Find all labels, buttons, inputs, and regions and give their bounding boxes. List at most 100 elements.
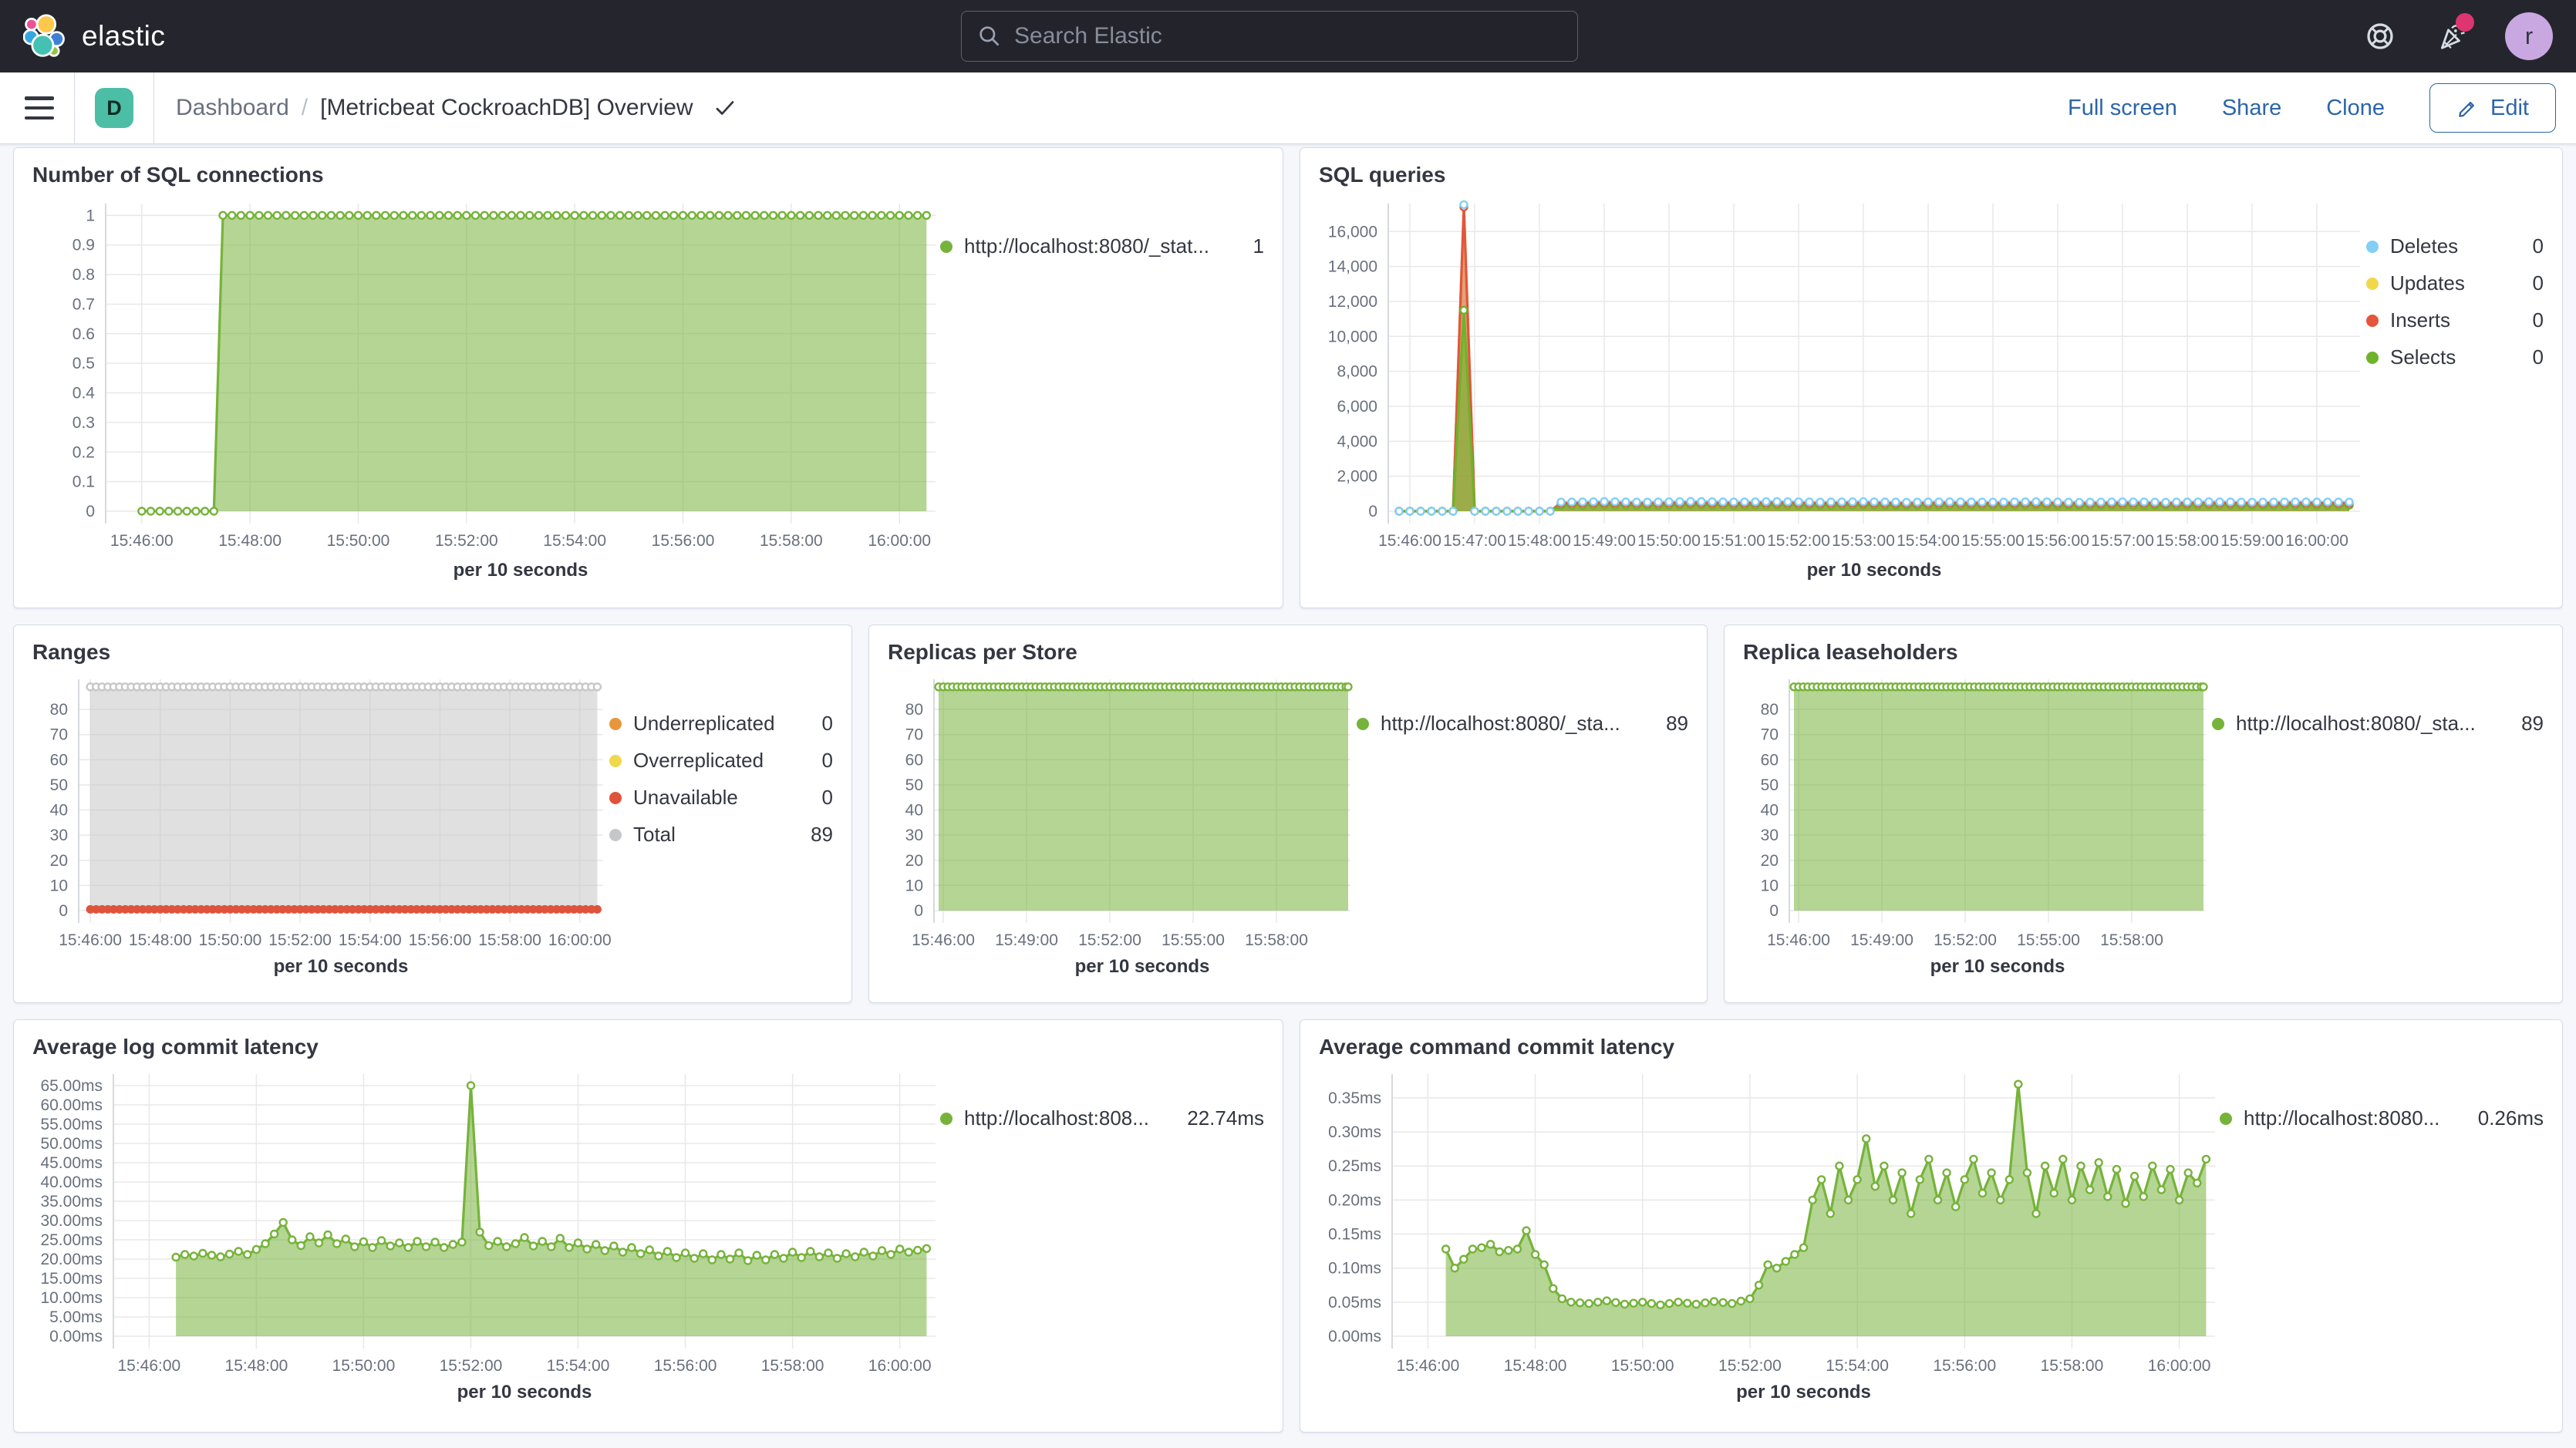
legend-item[interactable]: Updates 0 [2366,271,2544,295]
svg-text:15:53:00: 15:53:00 [1832,532,1895,550]
svg-text:15:52:00: 15:52:00 [440,1357,503,1375]
svg-text:15:49:00: 15:49:00 [1850,931,1913,949]
sql-connections-chart[interactable]: 10.90.80.70.60.50.40.30.20.1015:46:0015:… [32,193,940,582]
svg-text:50: 50 [1761,776,1779,794]
legend-item[interactable]: Inserts 0 [2366,308,2544,332]
legend-item[interactable]: http://localhost:8080... 0.26ms [2220,1106,2544,1130]
svg-text:16:00:00: 16:00:00 [2148,1357,2211,1375]
legend-series-dot [609,792,622,804]
legend-item[interactable]: Total 89 [609,823,833,847]
ranges-chart[interactable]: 8070605040302010015:46:0015:48:0015:50:0… [32,670,609,978]
svg-text:20: 20 [50,852,68,870]
chart-legend: http://localhost:8080... 0.26ms [2220,1065,2544,1404]
log-commit-latency-chart[interactable]: 65.00ms60.00ms55.00ms50.00ms45.00ms40.00… [32,1065,940,1404]
legend-item[interactable]: http://localhost:8080/_sta... 89 [1357,712,1688,736]
svg-text:50: 50 [50,776,68,794]
svg-text:0.05ms: 0.05ms [1328,1294,1381,1312]
svg-text:15:55:00: 15:55:00 [1961,532,2025,550]
svg-text:40: 40 [50,802,68,820]
legend-item[interactable]: Deletes 0 [2366,234,2544,258]
panel-replica-leaseholders: Replica leaseholders 8070605040302010015… [1724,625,2563,1003]
legend-series-value: 1 [1253,234,1264,258]
svg-text:per 10 seconds: per 10 seconds [457,1382,592,1403]
svg-text:15:58:00: 15:58:00 [2156,532,2219,550]
svg-text:16:00:00: 16:00:00 [868,1357,932,1375]
svg-text:50: 50 [905,776,923,794]
svg-text:30: 30 [50,827,68,844]
svg-text:per 10 seconds: per 10 seconds [453,560,588,581]
breadcrumb: Dashboard / [Metricbeat CockroachDB] Ove… [176,95,737,121]
legend-series-label: http://localhost:808... [964,1106,1149,1130]
svg-text:15:58:00: 15:58:00 [761,1357,824,1375]
legend-series-value: 0 [2533,234,2544,258]
panel-sql-connections: Number of SQL connections 10.90.80.70.60… [13,147,1283,608]
svg-text:20: 20 [1761,852,1779,870]
svg-text:0: 0 [86,503,95,520]
user-avatar[interactable]: r [2505,12,2553,60]
legend-item[interactable]: Overreplicated 0 [609,749,833,773]
dashboard-listing-button[interactable] [713,96,737,120]
svg-text:0: 0 [59,902,68,920]
svg-text:15:56:00: 15:56:00 [409,931,472,949]
svg-text:0.10ms: 0.10ms [1328,1260,1381,1278]
breadcrumb-dashboard-link[interactable]: Dashboard [176,95,289,121]
panel-sql-queries: SQL queries 16,00014,00012,00010,0008,00… [1300,147,2563,608]
svg-text:15:54:00: 15:54:00 [547,1357,610,1375]
legend-item[interactable]: http://localhost:808... 22.74ms [940,1106,1264,1130]
clone-button[interactable]: Clone [2326,96,2385,121]
menu-button[interactable] [25,96,54,120]
svg-text:15:57:00: 15:57:00 [2091,532,2154,550]
svg-text:16:00:00: 16:00:00 [548,931,612,949]
chart-legend: http://localhost:8080/_sta... 89 [1357,670,1688,978]
svg-text:15:46:00: 15:46:00 [1397,1357,1460,1375]
space-switcher[interactable]: D [95,88,133,128]
svg-text:0.9: 0.9 [72,237,95,254]
replica-leaseholders-chart[interactable]: 8070605040302010015:46:0015:49:0015:52:0… [1743,670,2212,978]
svg-text:15:46:00: 15:46:00 [1767,931,1830,949]
help-button[interactable] [2363,19,2397,53]
legend-series-dot [940,241,953,253]
legend-item[interactable]: http://localhost:8080/_stat... 1 [940,234,1264,258]
sql-queries-chart[interactable]: 16,00014,00012,00010,0008,0006,0004,0002… [1319,193,2366,582]
legend-item[interactable]: Underreplicated 0 [609,712,833,736]
panel-replicas-per-store: Replicas per Store 8070605040302010015:4… [868,625,1708,1003]
svg-text:80: 80 [50,701,68,719]
legend-series-value: 22.74ms [1187,1106,1264,1130]
full-screen-button[interactable]: Full screen [2068,96,2177,121]
svg-text:15:58:00: 15:58:00 [2100,931,2163,949]
svg-text:10.00ms: 10.00ms [40,1289,103,1307]
divider [153,72,154,143]
svg-text:15:48:00: 15:48:00 [218,532,282,550]
replicas-per-store-chart[interactable]: 8070605040302010015:46:0015:49:0015:52:0… [888,670,1357,978]
share-button[interactable]: Share [2222,96,2281,121]
svg-text:15:52:00: 15:52:00 [1718,1357,1782,1375]
legend-item[interactable]: Selects 0 [2366,345,2544,369]
svg-text:0.3: 0.3 [72,414,95,432]
svg-text:80: 80 [905,701,923,719]
panel-ranges: Ranges 8070605040302010015:46:0015:48:00… [13,625,852,1003]
svg-text:15:52:00: 15:52:00 [268,931,332,949]
global-search[interactable] [961,11,1578,62]
legend-item[interactable]: http://localhost:8080/_sta... 89 [2212,712,2544,736]
legend-item[interactable]: Unavailable 0 [609,786,833,810]
svg-text:15:52:00: 15:52:00 [1934,931,1997,949]
panel-title: Average log commit latency [32,1034,1264,1060]
svg-text:15:54:00: 15:54:00 [339,931,402,949]
command-commit-latency-chart[interactable]: 0.35ms0.30ms0.25ms0.20ms0.15ms0.10ms0.05… [1319,1065,2220,1404]
svg-text:per 10 seconds: per 10 seconds [1807,560,1942,581]
svg-text:15:52:00: 15:52:00 [435,532,498,550]
news-feed-button[interactable] [2434,19,2468,53]
svg-text:0.7: 0.7 [72,295,95,313]
svg-text:10,000: 10,000 [1328,328,1377,345]
legend-series-value: 0 [2533,345,2544,369]
panel-title: Ranges [32,639,833,665]
notification-badge [2456,13,2474,32]
edit-button-label: Edit [2490,96,2529,121]
search-input[interactable] [1014,23,1562,49]
svg-text:0.8: 0.8 [72,266,95,284]
svg-text:15:54:00: 15:54:00 [1826,1357,1889,1375]
edit-button[interactable]: Edit [2429,83,2556,133]
legend-series-label: http://localhost:8080/_sta... [1381,712,1620,736]
elastic-logo[interactable]: elastic [23,14,165,59]
svg-text:15:48:00: 15:48:00 [1504,1357,1567,1375]
